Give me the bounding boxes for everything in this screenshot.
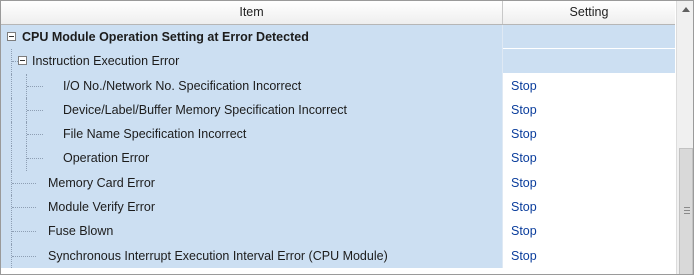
tree-row[interactable]: Instruction Execution Error <box>1 49 675 74</box>
item-label: I/O No./Network No. Specification Incorr… <box>63 78 302 93</box>
item-cell[interactable]: Synchronous Interrupt Execution Interval… <box>1 243 502 268</box>
tree-row[interactable]: Operation Error Stop <box>1 146 675 171</box>
setting-value[interactable]: Stop <box>511 171 537 195</box>
tree-row[interactable]: File Name Specification Incorrect Stop <box>1 122 675 147</box>
setting-cell[interactable]: Stop <box>503 122 675 147</box>
tree-row[interactable]: I/O No./Network No. Specification Incorr… <box>1 73 675 98</box>
grip-line <box>684 213 690 214</box>
scroll-up-arrow-icon[interactable] <box>677 1 693 18</box>
item-label: File Name Specification Incorrect <box>63 127 247 142</box>
tree-row[interactable]: Fuse Blown Stop <box>1 219 675 244</box>
tree-row[interactable]: Synchronous Interrupt Execution Interval… <box>1 243 675 268</box>
item-cell[interactable]: Operation Error <box>1 146 502 171</box>
tree-connector <box>27 134 43 136</box>
column-header-item[interactable]: Item <box>1 1 503 24</box>
tree-row[interactable]: CPU Module Operation Setting at Error De… <box>1 25 675 50</box>
item-label: Instruction Execution Error <box>32 54 180 69</box>
item-label: Memory Card Error <box>48 175 155 190</box>
item-cell[interactable]: File Name Specification Incorrect <box>1 122 502 147</box>
grip-line <box>684 207 690 208</box>
grid-rows: CPU Module Operation Setting at Error De… <box>1 25 675 268</box>
tree-row[interactable]: Module Verify Error Stop <box>1 195 675 220</box>
grid-header: Item Setting <box>1 1 675 25</box>
item-cell[interactable]: Fuse Blown <box>1 219 502 244</box>
setting-cell[interactable] <box>503 25 675 50</box>
setting-value[interactable]: Stop <box>511 195 537 219</box>
setting-value[interactable]: Stop <box>511 244 537 268</box>
tree-connector <box>27 158 43 160</box>
setting-cell[interactable]: Stop <box>503 170 675 196</box>
item-cell[interactable]: Memory Card Error <box>1 170 502 196</box>
item-label: Operation Error <box>63 151 150 166</box>
vertical-scrollbar[interactable] <box>676 1 693 274</box>
setting-cell[interactable]: Stop <box>503 195 675 220</box>
collapse-minus-icon[interactable] <box>18 56 27 66</box>
setting-cell[interactable]: Stop <box>503 219 675 244</box>
tree-connector <box>12 255 36 257</box>
item-cell[interactable]: Device/Label/Buffer Memory Specification… <box>1 97 502 123</box>
collapse-minus-icon[interactable] <box>7 32 16 41</box>
settings-tree-grid: Item Setting CPU Module Operation Settin… <box>0 0 694 275</box>
tree-connector <box>12 182 36 184</box>
item-cell[interactable]: CPU Module Operation Setting at Error De… <box>1 25 502 50</box>
tree-row[interactable]: Memory Card Error Stop <box>1 170 675 196</box>
scrollbar-thumb[interactable] <box>679 148 693 274</box>
setting-cell[interactable]: Stop <box>503 146 675 171</box>
tree-connector <box>27 109 43 111</box>
tree-connector <box>11 122 12 147</box>
tree-connector <box>11 73 12 98</box>
setting-cell[interactable]: Stop <box>503 97 675 123</box>
tree-connector <box>11 97 12 123</box>
item-cell[interactable]: Module Verify Error <box>1 195 502 220</box>
setting-value[interactable]: Stop <box>511 98 537 122</box>
tree-connector <box>27 85 43 87</box>
item-label: Device/Label/Buffer Memory Specification… <box>63 102 347 117</box>
setting-cell[interactable] <box>503 49 675 74</box>
item-label: Fuse Blown <box>48 224 114 239</box>
item-label: Synchronous Interrupt Execution Interval… <box>48 248 388 263</box>
tree-connector <box>12 207 36 209</box>
setting-value[interactable]: Stop <box>511 219 537 243</box>
item-cell[interactable]: I/O No./Network No. Specification Incorr… <box>1 73 502 98</box>
grip-line <box>684 210 690 211</box>
tree-connector <box>11 146 12 171</box>
item-cell[interactable]: Instruction Execution Error <box>1 49 502 74</box>
item-label: CPU Module Operation Setting at Error De… <box>22 30 309 44</box>
tree-connector <box>12 231 36 233</box>
setting-value[interactable]: Stop <box>511 146 537 170</box>
item-label: Module Verify Error <box>48 200 155 215</box>
column-header-setting[interactable]: Setting <box>503 1 675 24</box>
setting-value[interactable]: Stop <box>511 122 537 146</box>
tree-row[interactable]: Device/Label/Buffer Memory Specification… <box>1 97 675 123</box>
setting-cell[interactable]: Stop <box>503 73 675 98</box>
setting-cell[interactable]: Stop <box>503 243 675 268</box>
setting-value[interactable]: Stop <box>511 74 537 98</box>
